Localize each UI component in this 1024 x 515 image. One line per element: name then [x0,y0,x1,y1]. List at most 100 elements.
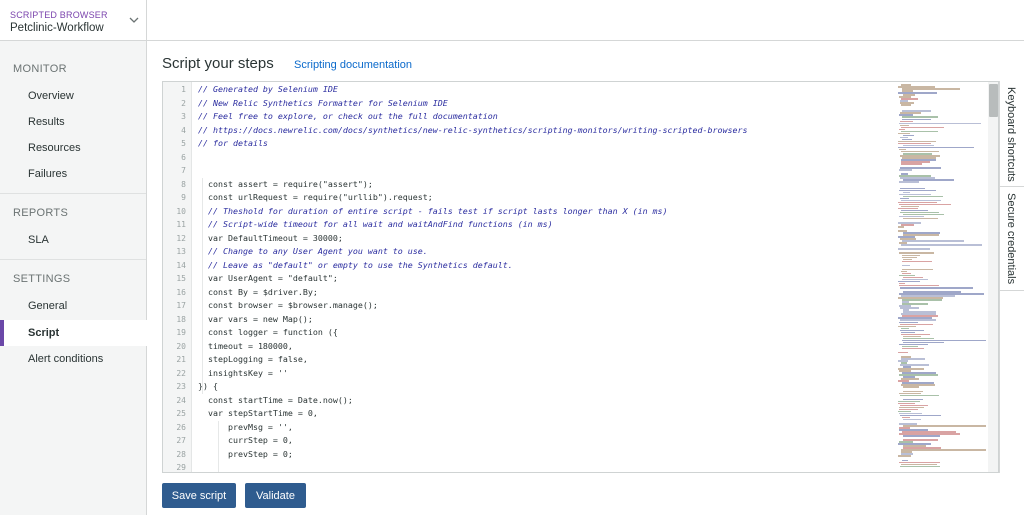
code-line[interactable]: // Theshold for duration of entire scrip… [198,205,668,219]
line-number: 16 [176,287,186,297]
sidebar-item-results[interactable]: Results [0,109,146,135]
code-line[interactable]: // Feel free to explore, or check out th… [198,110,498,124]
sidebar-item-script[interactable]: Script [0,320,147,346]
minimap-line [903,386,919,388]
code-line[interactable]: const browser = $browser.manage(); [198,299,378,313]
save-script-button[interactable]: Save script [162,483,236,508]
minimap-line [901,104,911,106]
line-number: 8 [181,179,186,189]
minimap-line [901,244,982,246]
line-number: 10 [176,206,186,216]
tab-keyboard-shortcuts[interactable]: Keyboard shortcuts [1000,81,1024,187]
section-monitor: MONITOR [13,63,67,75]
page-title: Script your steps [162,55,274,72]
tab-secure-credentials-label: Secure credentials [1005,193,1017,285]
line-number: 17 [176,301,186,310]
sidebar-item-alert-conditions[interactable]: Alert conditions [0,346,146,372]
line-number: 2 [181,98,186,108]
line-number: 15 [176,274,186,283]
line-number: 11 [176,220,186,229]
code-line[interactable]: const By = $driver.By; [198,286,318,300]
line-number: 5 [181,139,186,148]
scripting-documentation-link[interactable]: Scripting documentation [294,59,412,71]
validate-button[interactable]: Validate [245,483,306,508]
code-minimap[interactable] [898,84,988,470]
code-line[interactable]: const assert = require("assert"); [198,178,373,192]
code-line[interactable]: var UserAgent = "default"; [198,272,338,286]
code-line[interactable]: timeout = 180000, [198,340,293,354]
code-line[interactable]: // Change to any User Agent you want to … [198,245,428,259]
code-line[interactable]: const startTime = Date.now(); [198,394,353,408]
sidebar-item-resources[interactable]: Resources [0,135,146,161]
line-number: 7 [181,166,186,175]
code-line[interactable]: // https://docs.newrelic.com/docs/synthe… [198,124,747,138]
code-line[interactable]: }) { [198,380,218,394]
sidebar-item-failures[interactable]: Failures [0,161,146,187]
line-number: 4 [181,125,186,135]
sidebar-item-sla[interactable]: SLA [0,227,146,253]
line-number: 18 [176,314,186,324]
line-number: 22 [176,368,186,378]
side-tab-strip: Keyboard shortcuts Secure credentials [999,81,1024,473]
code-line[interactable]: // New Relic Synthetics Formatter for Se… [198,97,448,111]
code-line[interactable]: var vars = new Map(); [198,313,313,327]
line-number: 9 [181,193,186,202]
minimap-line [901,126,944,129]
editor-scrollbar[interactable] [988,82,998,472]
entity-name: Petclinic-Workflow [10,22,104,34]
code-line[interactable]: prevMsg = '', [198,421,293,435]
minimap-line [903,217,938,220]
code-line[interactable]: prevStep = 0; [198,448,293,462]
divider [0,193,146,194]
editor-scrollbar-thumb[interactable] [989,84,998,117]
minimap-line [902,240,964,242]
code-line[interactable]: currStep = 0, [198,434,293,448]
chevron-down-icon[interactable] [128,14,140,26]
line-number: 24 [176,395,186,405]
code-line[interactable]: insightsKey = '' [198,367,288,381]
code-line[interactable]: const logger = function ({ [198,326,338,340]
line-number: 13 [176,247,186,256]
minimap-line [898,351,908,354]
script-editor[interactable]: 1 2 3 4 5 6 7 8 9 10 11 12 13 14 15 16 17 18 19 20 21 22 23 24 2… [162,81,999,473]
code-line[interactable]: var stepStartTime = 0, [198,407,318,421]
entity-type: SCRIPTED BROWSER [10,10,108,20]
line-number: 27 [176,436,186,445]
indent-guide [218,420,219,472]
sidebar: MONITOR Overview Results Resources Failu… [0,41,147,515]
line-number: 25 [176,409,186,418]
minimap-line [901,449,986,451]
sidebar-item-general[interactable]: General [0,293,146,319]
code-line[interactable]: // Leave as "default" or empty to use th… [198,259,513,273]
minimap-line [898,248,930,250]
line-number: 26 [176,422,186,432]
code-line[interactable]: // Generated by Selenium IDE [198,83,338,97]
minimap-line [902,260,932,263]
minimap-line [900,287,973,289]
code-area[interactable]: // Generated by Selenium IDE// New Relic… [198,82,888,472]
line-number: 21 [176,355,186,364]
code-line[interactable]: var DefaultTimeout = 30000; [198,232,343,246]
code-line[interactable]: // for details [198,137,268,151]
code-line[interactable]: stepLogging = false, [198,353,308,367]
minimap-line [898,226,904,228]
minimap-line [901,163,922,165]
line-number: 28 [176,449,186,459]
section-settings: SETTINGS [13,273,71,285]
tab-keyboard-shortcuts-label: Keyboard shortcuts [1005,87,1017,182]
line-number: 12 [176,233,186,243]
minimap-line [903,195,943,198]
code-line[interactable]: const urlRequest = require("urllib").req… [198,191,433,205]
tab-secure-credentials[interactable]: Secure credentials [1000,187,1024,291]
code-line[interactable]: // Script-wide timeout for all wait and … [198,218,553,232]
minimap-line [902,347,924,350]
top-bar: SCRIPTED BROWSER Petclinic-Workflow [0,0,1024,41]
indent-guide [202,177,203,394]
line-number-gutter: 1 2 3 4 5 6 7 8 9 10 11 12 13 14 15 16 17 18 19 20 21 22 23 24 2… [163,82,192,472]
section-reports: REPORTS [13,207,69,219]
line-number: 29 [176,463,186,472]
sidebar-item-overview[interactable]: Overview [0,83,146,109]
minimap-line [900,465,940,468]
minimap-line [899,181,919,183]
entity-picker[interactable]: SCRIPTED BROWSER Petclinic-Workflow [0,0,147,41]
